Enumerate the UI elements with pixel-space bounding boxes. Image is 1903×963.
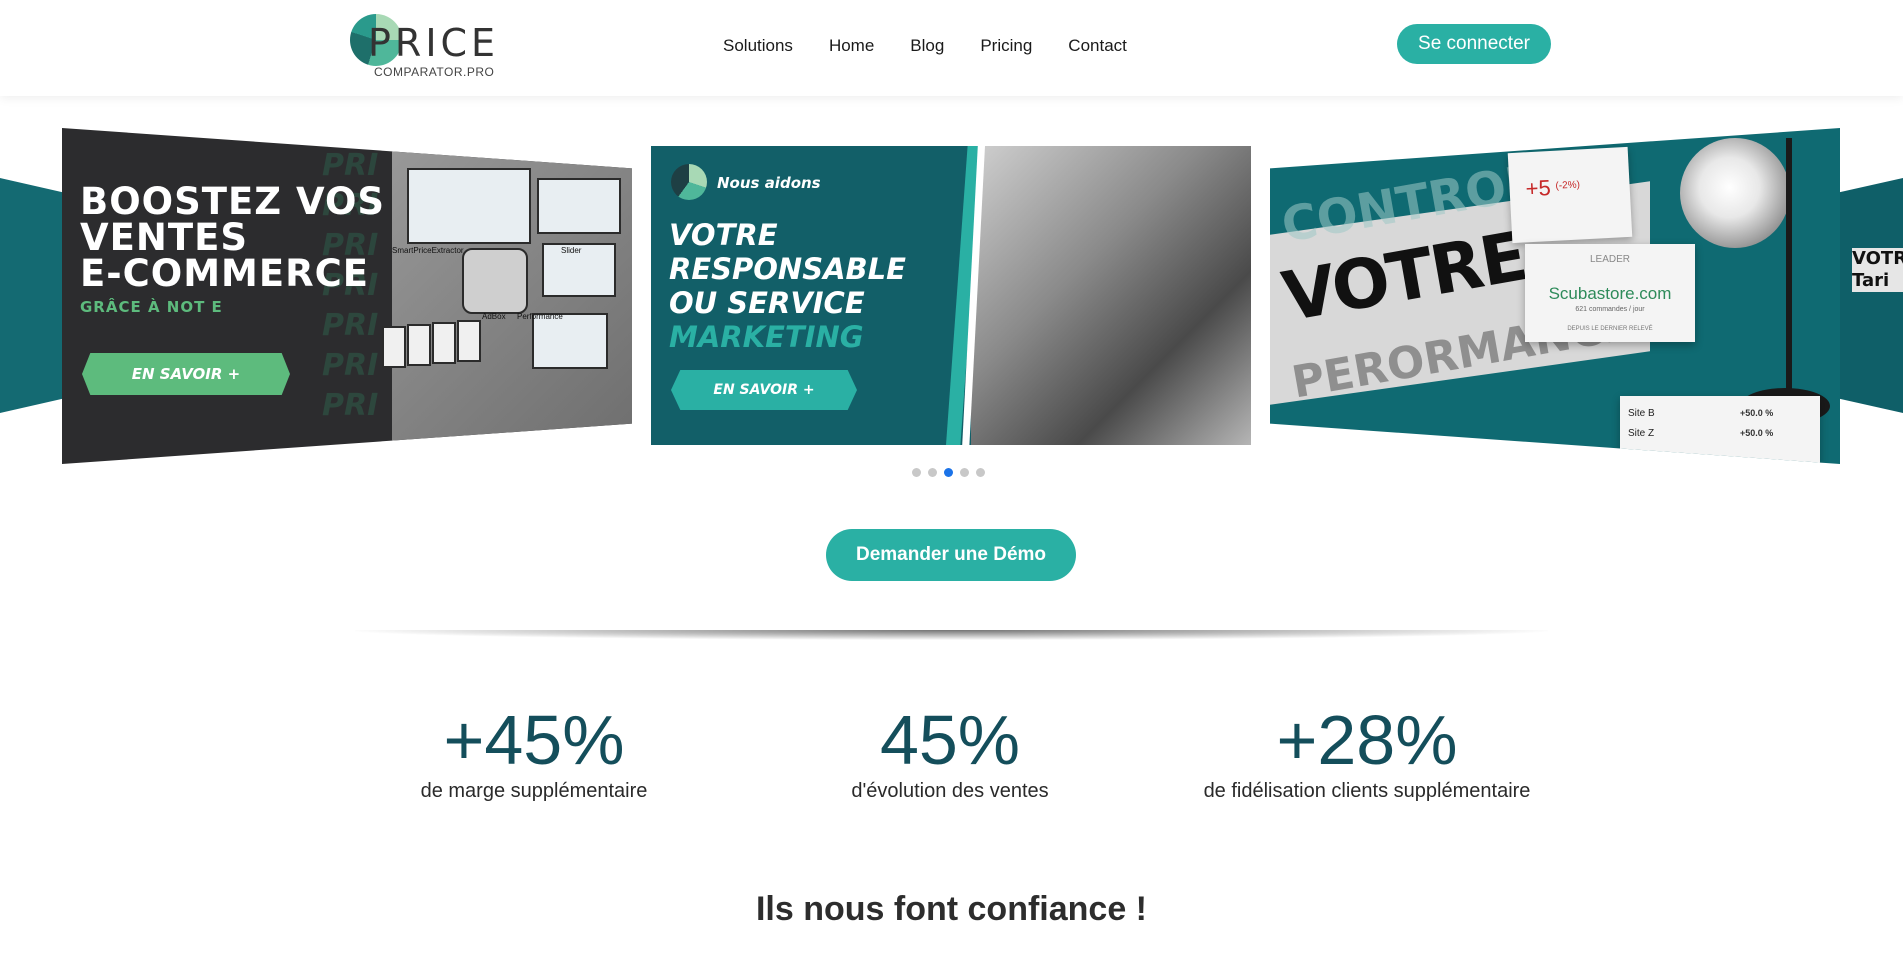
nav-link-contact[interactable]: Contact — [1068, 36, 1127, 56]
phone-mockup — [457, 320, 481, 362]
main-nav: Solutions Home Blog Pricing Contact — [723, 36, 1163, 56]
slide-2-title: VOTRE RESPONSABLE OU SERVICE MARKETING — [669, 218, 906, 354]
ranking-row-name: Site Z — [1628, 428, 1655, 439]
nav-link-home[interactable]: Home — [829, 36, 874, 56]
slide-1-learn-more-button[interactable]: EN SAVOIR + — [82, 353, 290, 395]
logo-text: PRICE — [368, 21, 500, 65]
stat-sales-growth: 45% d'évolution des ventes — [740, 700, 1160, 803]
pentagon-logo-graphic — [462, 248, 528, 314]
carousel-dot[interactable] — [912, 468, 921, 477]
stat-value: +45% — [443, 701, 625, 779]
ranking-row-name: Site B — [1628, 408, 1655, 419]
lamp-stand-graphic — [1786, 138, 1792, 398]
nav-link-solutions[interactable]: Solutions — [723, 36, 793, 56]
stat-label: de fidélisation clients supplémentaire — [1203, 780, 1531, 802]
request-demo-button[interactable]: Demander une Démo — [826, 529, 1076, 581]
slide-2-title-line: VOTRE — [669, 218, 778, 252]
next-slide-text: VOTRE Tari — [1852, 248, 1903, 292]
slide-1-bg-word: PRI — [322, 348, 379, 383]
carousel-slide-next-edge[interactable]: VOTRE Tari — [1840, 178, 1903, 413]
carousel-dot-active[interactable] — [944, 468, 953, 477]
nav-link-blog[interactable]: Blog — [910, 36, 944, 56]
site-header: PRICE COMPARATOR.PRO Solutions Home Blog… — [0, 0, 1903, 96]
ranking-row-value: +50.0 % — [1740, 408, 1774, 418]
carousel-slide-1[interactable]: PRI PRI PRI PRI PRI PRI PRI SmartPriceEx… — [62, 128, 632, 464]
phone-mockup — [432, 322, 456, 364]
stat-value: 45% — [879, 701, 1021, 779]
slide-2-tagline: Nous aidons — [717, 174, 821, 192]
teamwork-fists-photo — [971, 146, 1251, 445]
logo-subtext: COMPARATOR.PRO — [374, 65, 495, 79]
lamp-shade-graphic — [1680, 138, 1790, 248]
slide-2-title-line: OU SERVICE — [669, 286, 865, 320]
carousel-pagination — [912, 468, 985, 477]
phone-mockup — [382, 326, 406, 368]
ranking-row-value: +50.0 % — [1740, 428, 1774, 438]
slide-1-bg-word: PRI — [322, 388, 379, 423]
ranking-table-card: Site B +50.0 % Site Z +50.0 % — [1620, 396, 1820, 464]
leader-label: LEADER — [1589, 254, 1630, 265]
screen-label: AdBox — [482, 312, 506, 321]
leader-card: LEADER Scubastore.com 621 commandes / jo… — [1525, 244, 1695, 342]
nav-link-pricing[interactable]: Pricing — [980, 36, 1032, 56]
carousel-dot[interactable] — [960, 468, 969, 477]
slide-1-bg-word: PRI — [322, 308, 379, 343]
performance-value: +5 — [1524, 175, 1552, 202]
screen-label: SmartPriceExtractor — [392, 246, 464, 255]
stat-value: +28% — [1276, 701, 1458, 779]
slide-2-logo-icon — [671, 164, 707, 200]
slide-1-title-line: E-COMMERCE — [80, 252, 370, 295]
carousel-dot[interactable] — [976, 468, 985, 477]
carousel-dot[interactable] — [928, 468, 937, 477]
performance-card: +5 (-2%) — [1507, 146, 1633, 244]
stat-label: de marge supplémentaire — [420, 780, 648, 802]
leader-subtext: 621 commandes / jour — [1575, 306, 1645, 313]
logo[interactable]: PRICE COMPARATOR.PRO — [350, 14, 495, 80]
slide-1-subtitle: GRÂCE À NOT E — [80, 298, 223, 316]
stat-label: d'évolution des ventes — [851, 780, 1049, 802]
login-button[interactable]: Se connecter — [1397, 24, 1551, 64]
slide-2-learn-more-button[interactable]: EN SAVOIR + — [671, 370, 857, 410]
dashboard-screenshot — [532, 313, 608, 369]
slide-1-title: BOOSTEZ VOS VENTES E-COMMERCE — [80, 180, 386, 295]
slide-1-title-line: BOOSTEZ VOS — [80, 180, 386, 223]
leader-since: DEPUIS LE DERNIER RELEVÉ — [1567, 326, 1653, 332]
leader-site: Scubastore.com — [1548, 284, 1672, 303]
phone-mockup — [407, 324, 431, 366]
stat-loyalty: +28% de fidélisation clients supplémenta… — [1157, 700, 1577, 803]
dashboard-screenshot — [407, 168, 531, 244]
stat-margin: +45% de marge supplémentaire — [324, 700, 744, 803]
section-divider-shadow — [355, 630, 1548, 640]
carousel-slide-2[interactable]: Nous aidons VOTRE RESPONSABLE OU SERVICE… — [651, 146, 1251, 445]
screen-label: Slider — [561, 246, 582, 255]
slide-1-bg-word: PRI — [322, 148, 379, 183]
carousel-slide-3[interactable]: CONTROLEZ VOTRE PERORMANCE +5 (-2%) LEAD… — [1270, 128, 1840, 464]
trust-section-title: Ils nous font confiance ! — [755, 890, 1148, 928]
slide-1-title-line: VENTES — [80, 216, 249, 259]
slide-2-title-accent: MARKETING — [669, 320, 864, 354]
dashboard-screenshot — [537, 178, 621, 234]
carousel-slide-prev-edge[interactable] — [0, 178, 62, 413]
slide-2-title-line: RESPONSABLE — [669, 252, 906, 286]
screen-label: Performance — [517, 312, 563, 321]
performance-percent: (-2%) — [1555, 179, 1581, 192]
